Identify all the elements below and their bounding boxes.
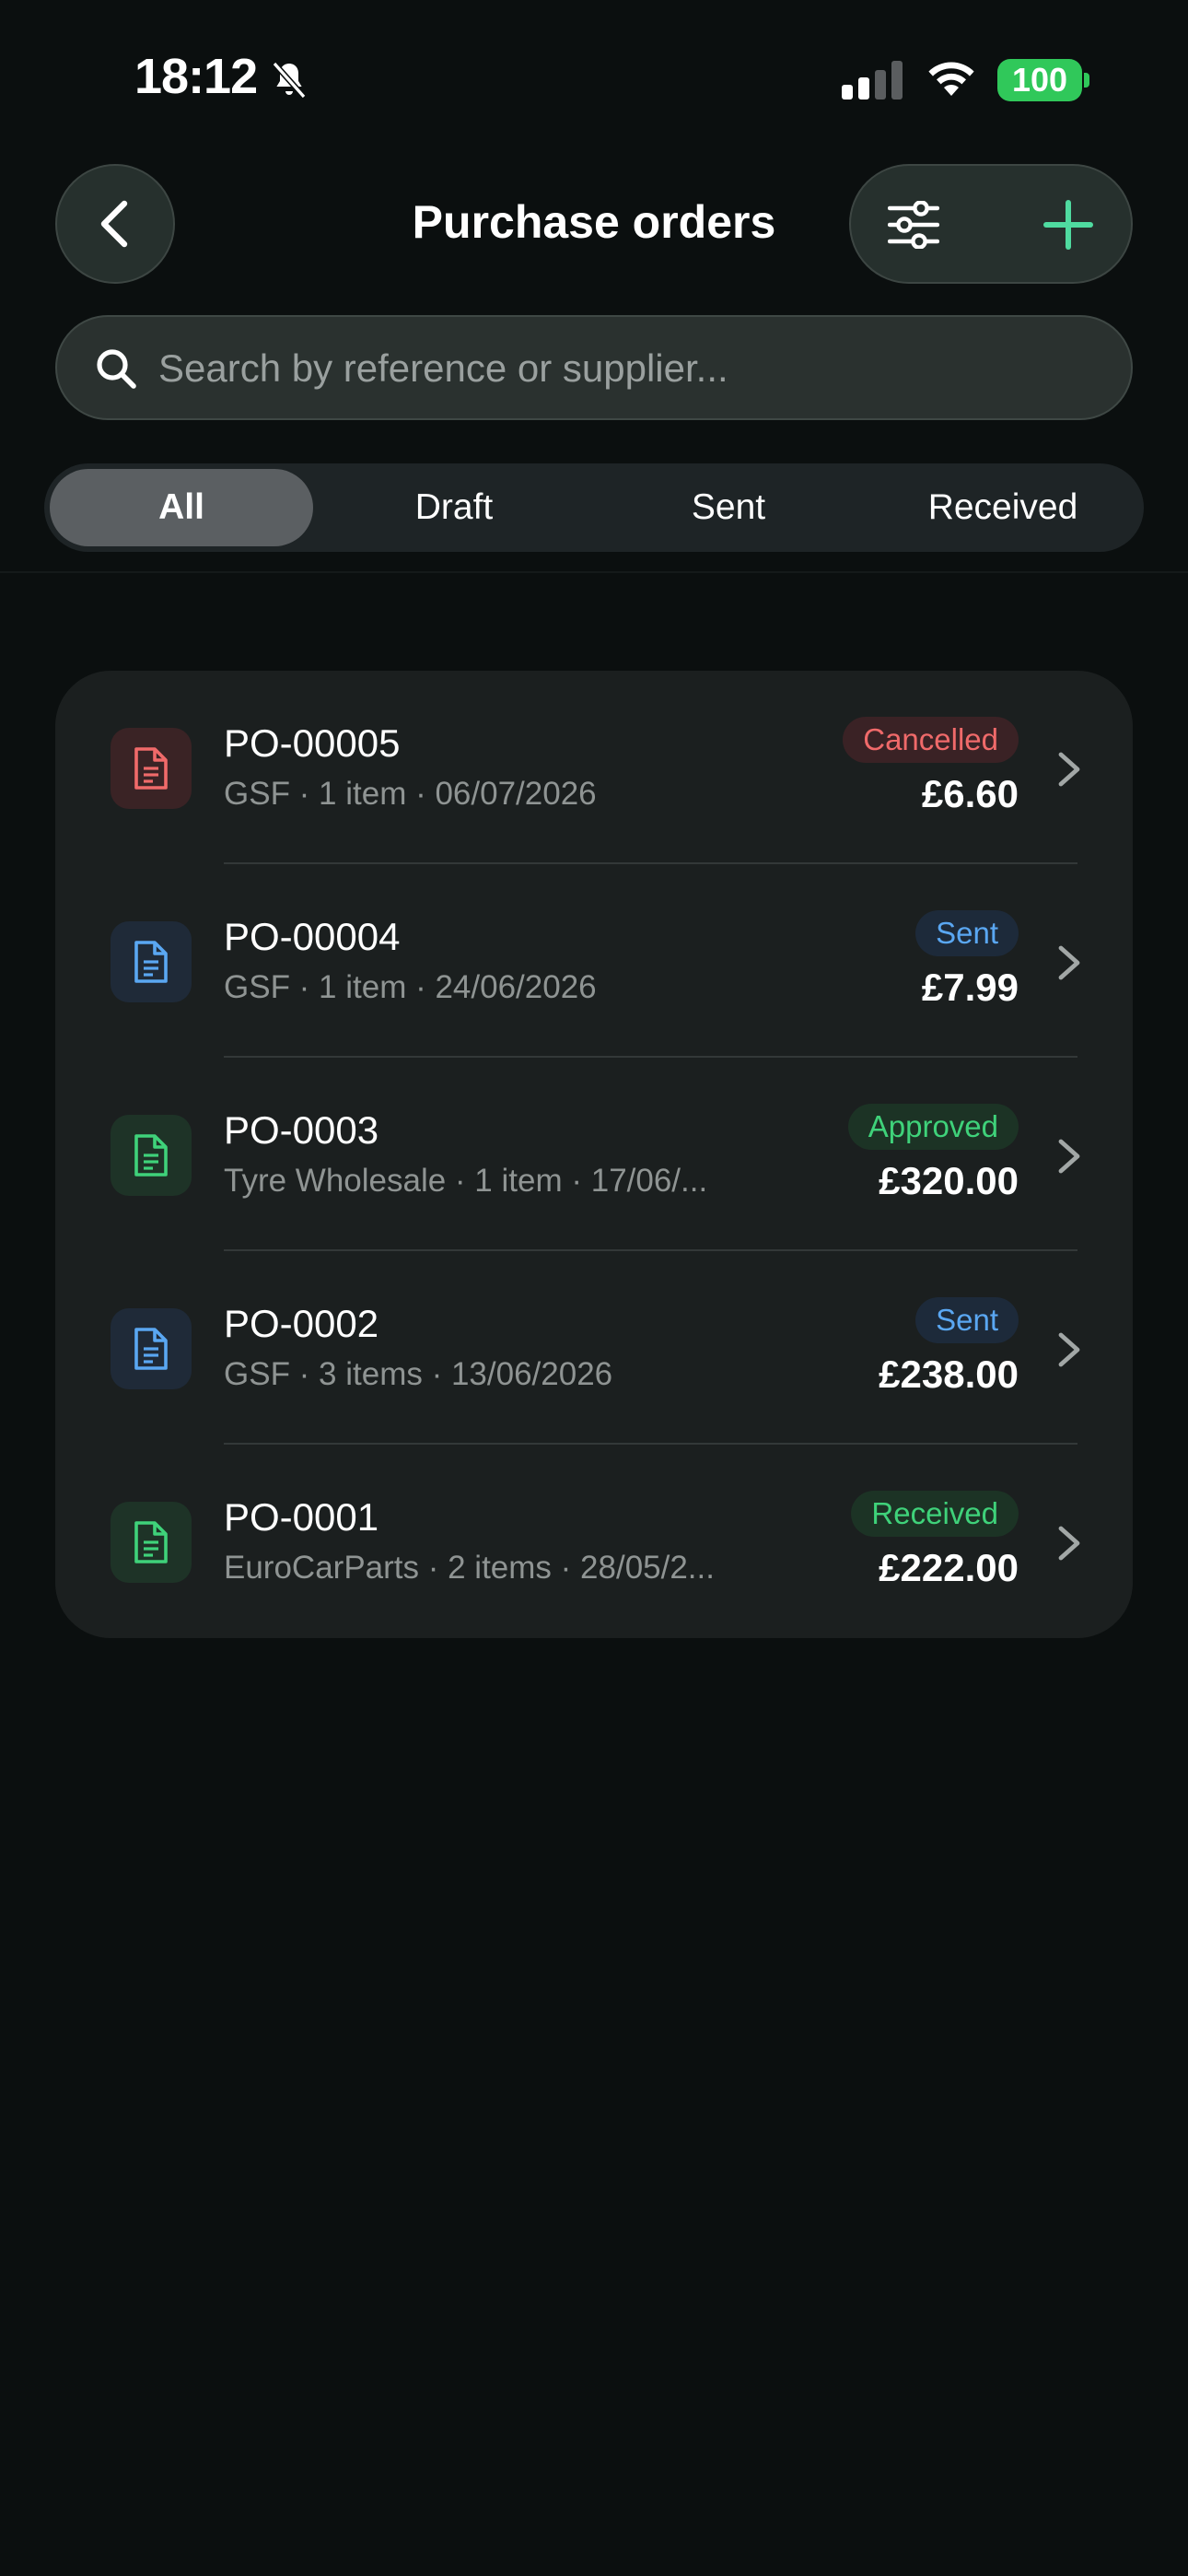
order-row[interactable]: PO-0003 Tyre Wholesale · 1 item · 17/06/… [55, 1058, 1133, 1251]
wifi-icon [928, 62, 974, 96]
document-icon [111, 1115, 192, 1196]
order-reference: PO-00004 [224, 915, 401, 958]
search-bar[interactable] [55, 315, 1133, 420]
header-divider [0, 571, 1188, 573]
status-badge: Cancelled [843, 717, 1019, 763]
order-amount: £6.60 [921, 772, 1019, 815]
tab-received[interactable]: Received [871, 469, 1135, 546]
chevron-right-icon [1058, 752, 1080, 787]
order-meta: GSF · 1 item · 24/06/2026 [224, 969, 597, 1005]
order-row[interactable]: PO-0002 GSF · 3 items · 13/06/2026 Sent … [55, 1251, 1133, 1445]
add-plus-icon[interactable] [1042, 199, 1094, 251]
status-badge: Received [851, 1491, 1019, 1537]
status-badge: Sent [915, 1297, 1019, 1343]
document-icon [111, 921, 192, 1002]
order-reference: PO-0002 [224, 1302, 379, 1345]
chevron-right-icon [1058, 1139, 1080, 1174]
order-meta: GSF · 1 item · 06/07/2026 [224, 776, 597, 812]
tab-sent[interactable]: Sent [597, 469, 860, 546]
bell-muted-icon [272, 61, 307, 100]
order-reference: PO-0001 [224, 1495, 379, 1539]
filter-sliders-icon[interactable] [888, 201, 939, 249]
document-icon [111, 1308, 192, 1389]
chevron-right-icon [1058, 1332, 1080, 1367]
document-icon [111, 728, 192, 809]
order-meta: EuroCarParts · 2 items · 28/05/2... [224, 1550, 715, 1586]
status-badge: Sent [915, 910, 1019, 956]
purchase-orders-list: PO-00005 GSF · 1 item · 06/07/2026 Cance… [55, 671, 1133, 1638]
order-amount: £7.99 [921, 966, 1019, 1009]
chevron-right-icon [1058, 945, 1080, 980]
header-actions [849, 164, 1133, 284]
order-row[interactable]: PO-00004 GSF · 1 item · 24/06/2026 Sent … [55, 864, 1133, 1058]
order-meta: Tyre Wholesale · 1 item · 17/06/... [224, 1163, 708, 1199]
order-meta: GSF · 3 items · 13/06/2026 [224, 1356, 613, 1392]
status-bar: 18:12 100 [0, 0, 1188, 157]
order-reference: PO-0003 [224, 1108, 379, 1152]
battery-indicator: 100 [997, 59, 1082, 101]
order-amount: £238.00 [879, 1352, 1019, 1396]
document-icon [111, 1502, 192, 1583]
search-icon [97, 349, 136, 389]
order-amount: £222.00 [879, 1546, 1019, 1589]
order-row[interactable]: PO-00005 GSF · 1 item · 06/07/2026 Cance… [55, 671, 1133, 864]
status-filter-tabs: All Draft Sent Received [44, 463, 1144, 552]
order-row[interactable]: PO-0001 EuroCarParts · 2 items · 28/05/2… [55, 1445, 1133, 1638]
order-amount: £320.00 [879, 1159, 1019, 1202]
chevron-right-icon [1058, 1526, 1080, 1561]
order-reference: PO-00005 [224, 721, 401, 765]
tab-draft[interactable]: Draft [322, 469, 586, 546]
cellular-signal-icon [842, 61, 903, 100]
battery-tip [1084, 73, 1089, 88]
status-time: 18:12 [134, 49, 258, 104]
tab-all[interactable]: All [50, 469, 313, 546]
search-input[interactable] [157, 317, 1081, 420]
status-badge: Approved [847, 1104, 1019, 1150]
